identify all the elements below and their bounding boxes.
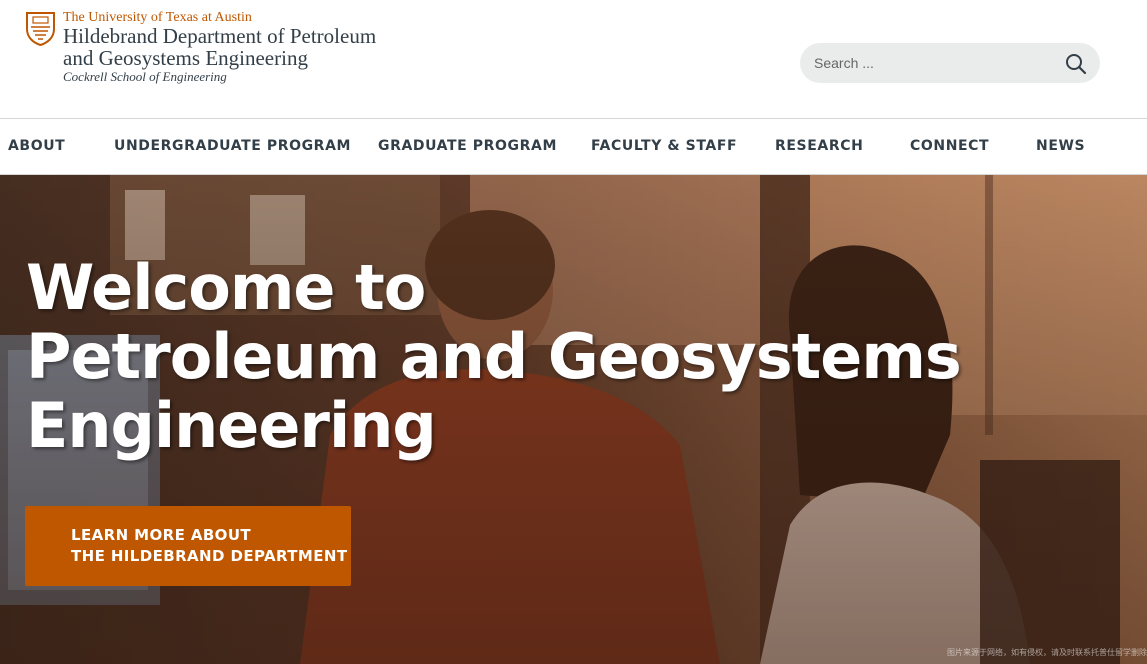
hero-title-line2: Petroleum and Geosystems bbox=[26, 320, 962, 393]
nav-item-research[interactable]: RESEARCH bbox=[775, 119, 863, 174]
school-name[interactable]: Cockrell School of Engineering bbox=[63, 69, 227, 85]
learn-more-button[interactable]: LEARN MORE ABOUT THE HILDEBRAND DEPARTME… bbox=[25, 506, 351, 586]
learn-more-button-line2: THE HILDEBRAND DEPARTMENT bbox=[71, 547, 348, 565]
nav-item-connect[interactable]: CONNECT bbox=[910, 119, 989, 174]
hero-banner: Welcome to Petroleum and Geosystems Engi… bbox=[0, 175, 1147, 664]
nav-item-graduate-program[interactable]: GRADUATE PROGRAM bbox=[378, 119, 557, 174]
search-box bbox=[800, 43, 1100, 83]
main-nav: ABOUT UNDERGRADUATE PROGRAM GRADUATE PRO… bbox=[0, 118, 1147, 175]
hero-title-line1: Welcome to bbox=[26, 251, 426, 324]
nav-item-about[interactable]: ABOUT bbox=[8, 119, 65, 174]
ut-seal-icon[interactable] bbox=[25, 11, 56, 47]
department-name[interactable]: Hildebrand Department of Petroleum and G… bbox=[63, 25, 376, 69]
learn-more-button-line1: LEARN MORE ABOUT bbox=[71, 526, 252, 544]
nav-item-news[interactable]: NEWS bbox=[1036, 119, 1085, 174]
department-name-line2: and Geosystems Engineering bbox=[63, 46, 308, 70]
nav-item-faculty-staff[interactable]: FACULTY & STAFF bbox=[591, 119, 737, 174]
nav-item-undergraduate-program[interactable]: UNDERGRADUATE PROGRAM bbox=[114, 119, 351, 174]
image-watermark: 图片来源于网络，如有侵权，请及时联系托普仕留学删除 bbox=[947, 648, 1147, 657]
site-header: The University of Texas at Austin Hildeb… bbox=[0, 0, 1147, 118]
department-name-line1: Hildebrand Department of Petroleum bbox=[63, 24, 377, 48]
search-input[interactable] bbox=[814, 43, 1054, 83]
search-icon[interactable] bbox=[1064, 52, 1088, 76]
hero-title-line3: Engineering bbox=[26, 389, 437, 462]
hero-title: Welcome to Petroleum and Geosystems Engi… bbox=[26, 251, 962, 462]
